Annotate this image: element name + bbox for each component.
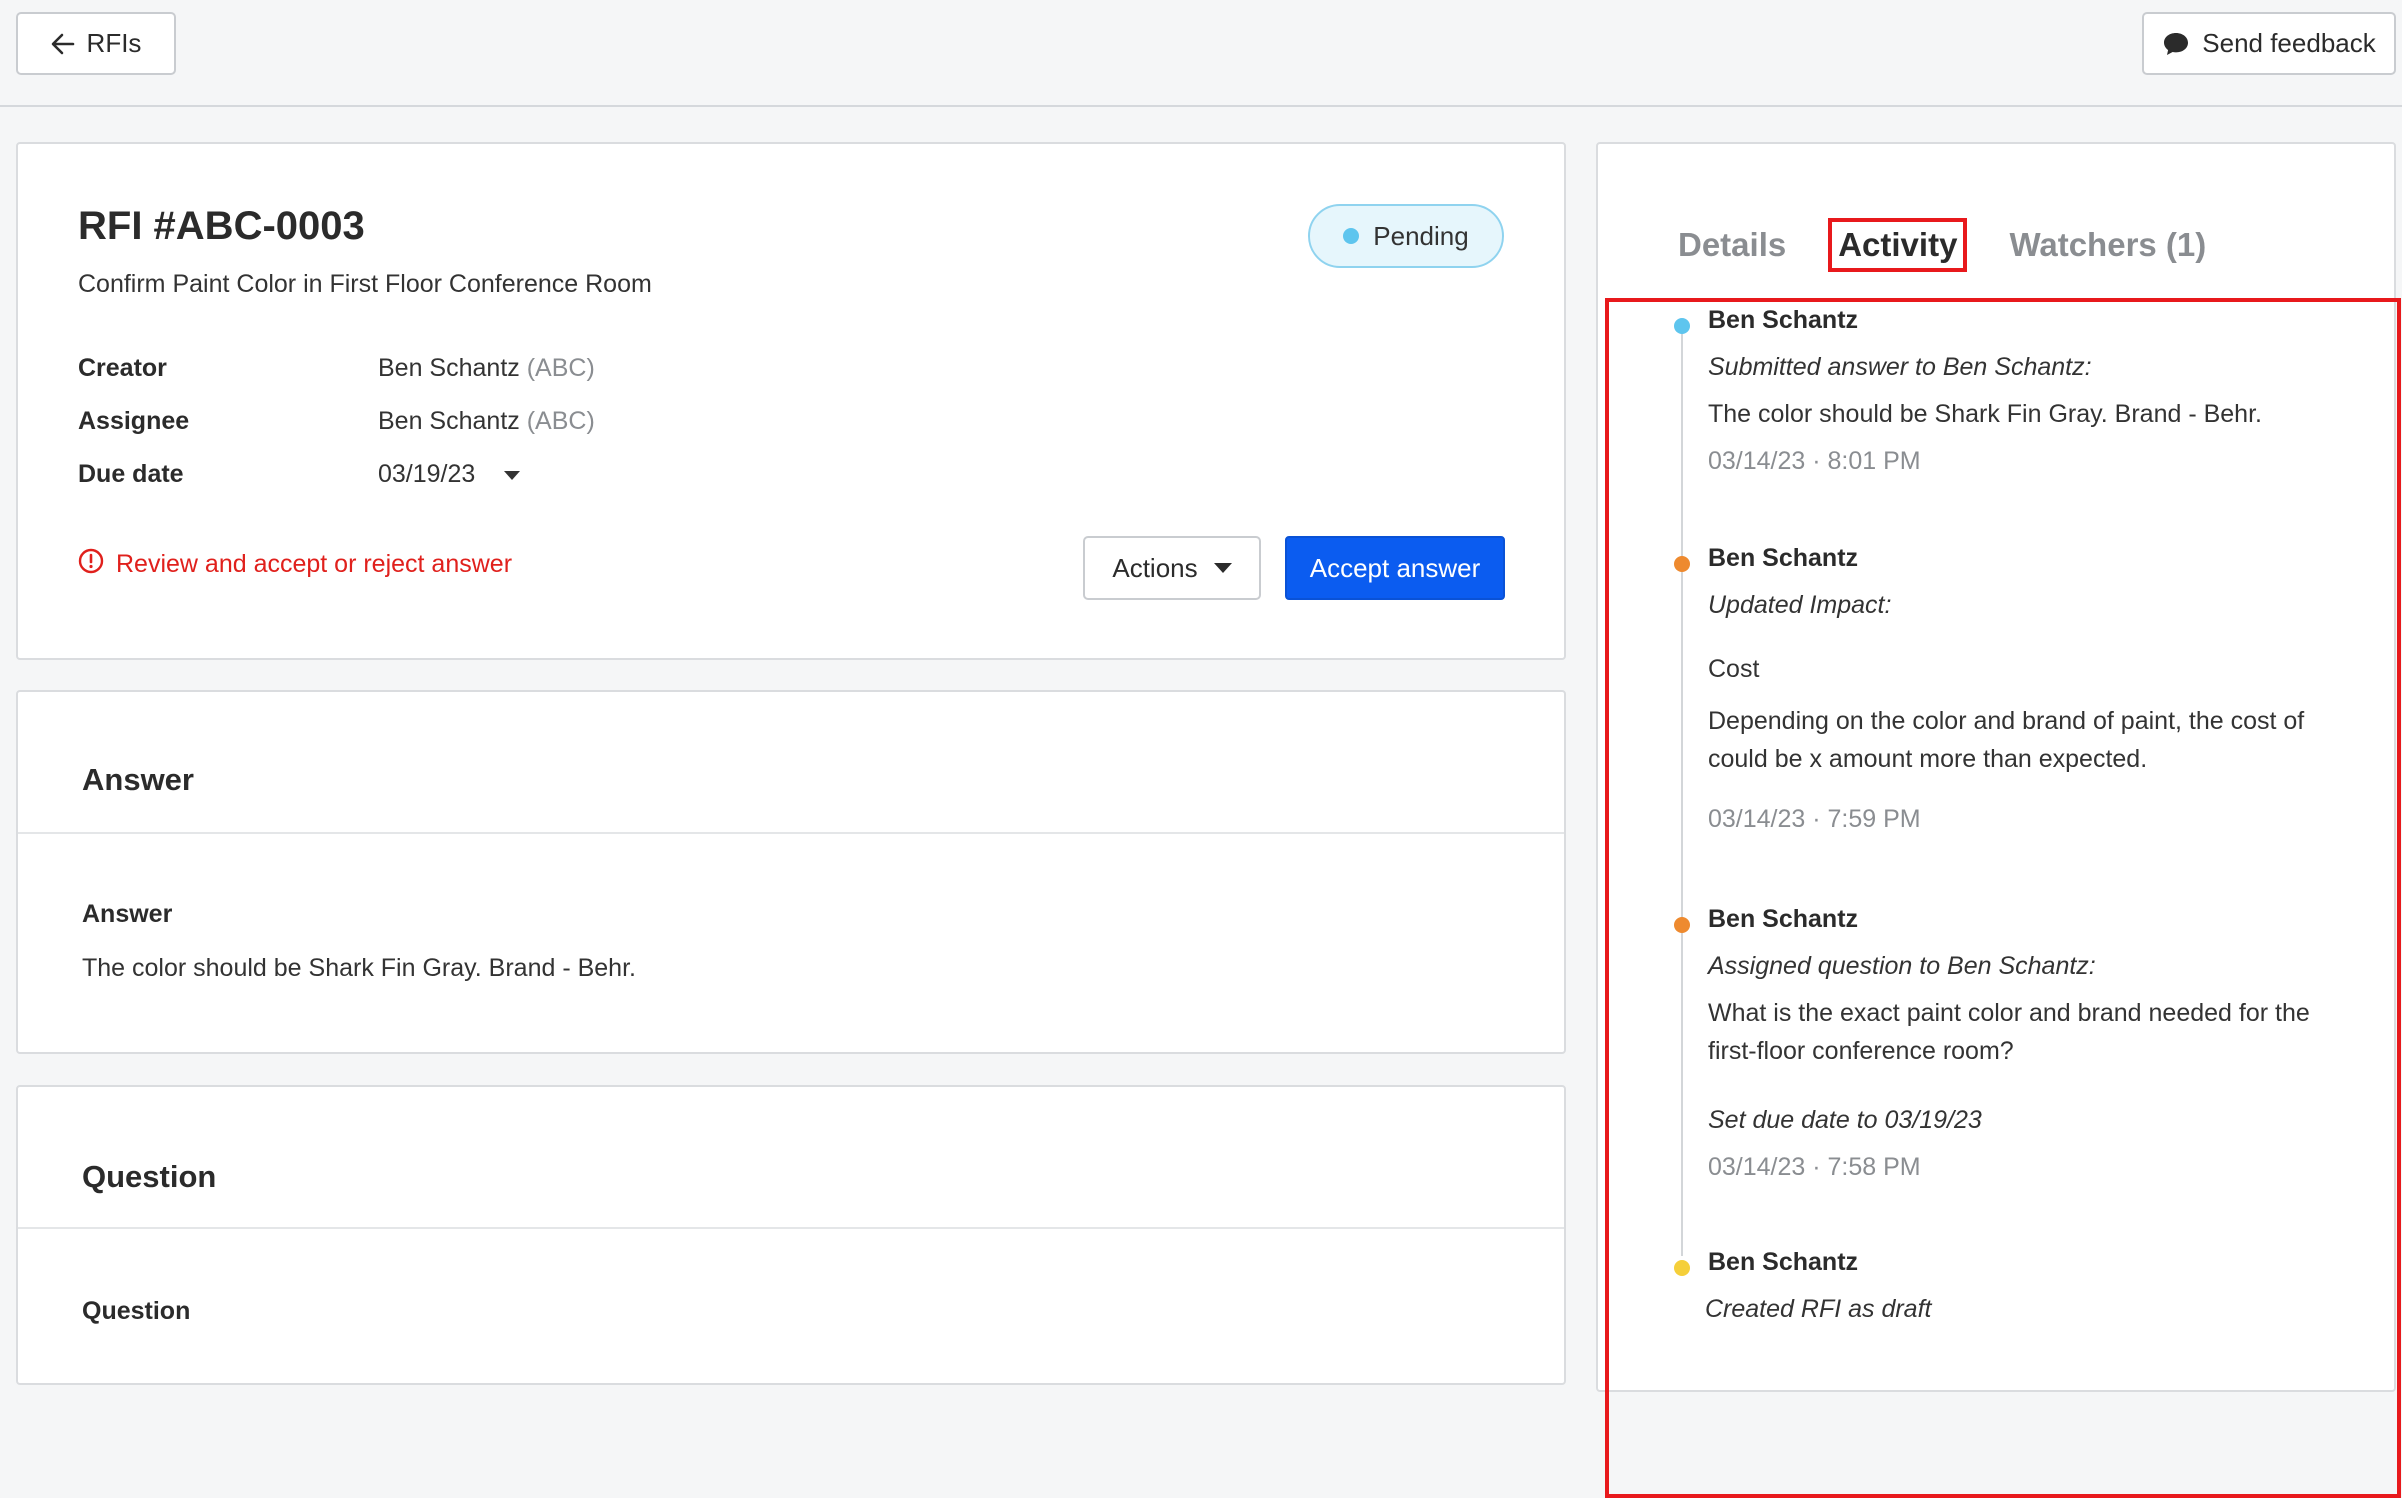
- creator-value: Ben Schantz (ABC): [378, 354, 595, 383]
- caret-down-icon: [1213, 563, 1232, 573]
- back-button-label: RFIs: [86, 28, 142, 58]
- creator-org: (ABC): [526, 354, 595, 382]
- tab-details[interactable]: Details: [1672, 222, 1792, 268]
- due-date-label: Due date: [78, 460, 184, 488]
- status-dot-icon: [1343, 228, 1360, 244]
- tab-watchers[interactable]: Watchers (1): [2003, 222, 2212, 268]
- assignee-name: Ben Schantz: [378, 407, 520, 435]
- warning-text: Review and accept or reject answer: [116, 550, 513, 578]
- speech-bubble-icon: [2162, 31, 2190, 57]
- activity-author: Ben Schantz: [1708, 306, 1859, 334]
- activity-body: Depending on the color and brand of pain…: [1708, 707, 2305, 773]
- sidebar-tabs: Details Activity Watchers (1): [1672, 218, 2212, 272]
- activity-timestamp: 03/14/23 · 7:58 PM: [1708, 1153, 1921, 1181]
- answer-card: Answer Answer The color should be Shark …: [16, 690, 1566, 1054]
- due-date-value: 03/19/23: [378, 460, 476, 488]
- assignee-org: (ABC): [526, 407, 595, 435]
- caret-down-icon: [504, 470, 521, 480]
- assignee-value: Ben Schantz (ABC): [378, 407, 595, 436]
- activity-author: Ben Schantz: [1708, 544, 1859, 572]
- section-divider: [18, 832, 1564, 834]
- activity-body: What is the exact paint color and brand …: [1708, 999, 2310, 1065]
- creator-label: Creator: [78, 354, 167, 382]
- activity-body: The color should be Shark Fin Gray. Bran…: [1708, 400, 2262, 428]
- question-section-heading: Question: [82, 1159, 217, 1194]
- activity-dot-icon: [1674, 1260, 1690, 1276]
- review-warning: Review and accept or reject answer: [78, 548, 512, 581]
- back-to-rfis-button[interactable]: RFIs: [16, 12, 176, 75]
- activity-timestamp: 03/14/23 · 7:59 PM: [1708, 805, 1921, 833]
- rfi-subtitle: Confirm Paint Color in First Floor Confe…: [78, 270, 652, 298]
- activity-extra: Set due date to 03/19/23: [1708, 1106, 1982, 1134]
- activity-author: Ben Schantz: [1708, 1248, 1859, 1276]
- answer-field-value: The color should be Shark Fin Gray. Bran…: [82, 954, 636, 982]
- tab-activity[interactable]: Activity: [1828, 218, 1968, 272]
- activity-author: Ben Schantz: [1708, 905, 1859, 933]
- section-divider: [18, 1227, 1564, 1229]
- send-feedback-label: Send feedback: [2202, 28, 2376, 58]
- activity-action: Created RFI as draft: [1705, 1295, 1932, 1323]
- activity-action: Submitted answer to Ben Schantz:: [1708, 353, 2092, 381]
- accept-answer-button[interactable]: Accept answer: [1285, 536, 1505, 600]
- rfi-header-card: RFI #ABC-0003 Confirm Paint Color in Fir…: [16, 142, 1566, 660]
- arrow-left-icon: [51, 33, 75, 55]
- activity-action: Assigned question to Ben Schantz:: [1708, 952, 2096, 980]
- creator-name: Ben Schantz: [378, 354, 520, 382]
- rfi-title: RFI #ABC-0003: [78, 204, 365, 248]
- activity-dot-icon: [1674, 318, 1690, 334]
- question-card: Question Question: [16, 1085, 1566, 1385]
- question-field-label: Question: [82, 1297, 191, 1325]
- answer-section-heading: Answer: [82, 762, 194, 797]
- activity-dot-icon: [1674, 556, 1690, 572]
- actions-dropdown-button[interactable]: Actions: [1083, 536, 1261, 600]
- rfi-sidebar-card: Details Activity Watchers (1) Ben Schant…: [1596, 142, 2401, 1498]
- due-date-dropdown[interactable]: 03/19/23: [378, 460, 521, 489]
- activity-timestamp: 03/14/23 · 8:01 PM: [1708, 447, 1921, 475]
- actions-label: Actions: [1112, 552, 1198, 583]
- answer-field-label: Answer: [82, 900, 173, 928]
- activity-feed: Ben Schantz Submitted answer to Ben Scha…: [1605, 298, 2401, 1498]
- send-feedback-button[interactable]: Send feedback: [2142, 12, 2396, 75]
- alert-circle-icon: [78, 548, 104, 581]
- status-badge: Pending: [1308, 204, 1504, 268]
- activity-impact: Cost: [1708, 655, 1760, 683]
- assignee-label: Assignee: [78, 407, 190, 435]
- top-bar: RFIs Send feedback: [0, 0, 2402, 107]
- activity-dot-icon: [1674, 917, 1690, 933]
- status-label: Pending: [1373, 220, 1469, 251]
- activity-action: Updated Impact:: [1708, 591, 1892, 619]
- timeline-line: [1681, 326, 1683, 1256]
